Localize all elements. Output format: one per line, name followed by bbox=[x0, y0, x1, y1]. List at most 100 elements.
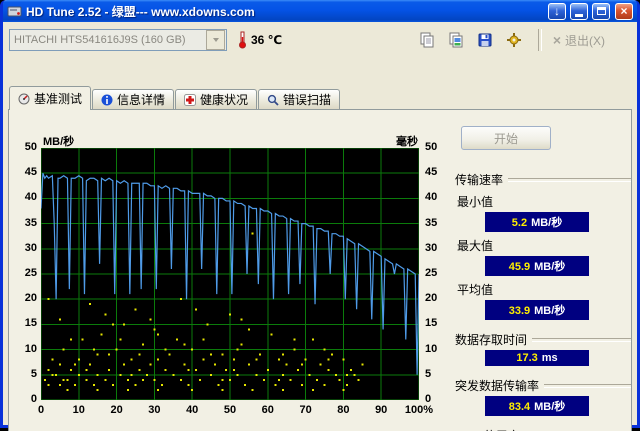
y-axis-left-tick: 20 bbox=[24, 292, 37, 305]
tab-label: 信息详情 bbox=[117, 93, 166, 107]
toolbar: HITACHI HTS541616J9S (160 GB) 36 ℃ × 退出(… bbox=[3, 22, 637, 58]
copy-image-icon bbox=[449, 32, 463, 48]
benchmark-panel: MB/秒 毫秒 50 50 45 45 40 40 35 35 30 30 25 25 20 20 15 15… bbox=[8, 109, 632, 431]
tab-bar: 基准测试 信息详情 健康状况 错误扫描 bbox=[9, 86, 341, 110]
maximize-button[interactable] bbox=[592, 2, 610, 20]
y-axis-left-tick: 40 bbox=[24, 191, 37, 204]
magnifier-icon bbox=[267, 94, 279, 106]
x-axis-tick: 20 bbox=[110, 404, 123, 416]
exit-x-icon: × bbox=[552, 32, 561, 48]
y-axis-right-tick: 5 bbox=[425, 367, 432, 380]
y-axis-right-tick: 45 bbox=[425, 166, 438, 179]
y-axis-left-tick: 25 bbox=[24, 267, 37, 279]
copy-text-button[interactable] bbox=[414, 27, 440, 53]
save-icon bbox=[478, 33, 492, 47]
gear-icon bbox=[506, 33, 521, 47]
tab-error-scan[interactable]: 错误扫描 bbox=[258, 89, 341, 109]
access-time-value-box: 17.3 ms bbox=[485, 350, 589, 366]
x-axis-tick: 40 bbox=[186, 404, 199, 416]
drive-select-dropdown-button[interactable] bbox=[206, 30, 225, 50]
group-rule bbox=[544, 383, 631, 388]
client-area: HITACHI HTS541616J9S (160 GB) 36 ℃ × 退出(… bbox=[3, 22, 637, 431]
app-icon bbox=[7, 4, 22, 19]
x-axis-tick: 70 bbox=[299, 404, 312, 416]
burst-rate-value: 83.4 bbox=[508, 401, 531, 413]
x-axis-tick: 30 bbox=[148, 404, 161, 416]
window-title: HD Tune 2.52 - 绿盟--- www.xdowns.com bbox=[26, 4, 255, 19]
chevron-down-icon bbox=[212, 38, 219, 42]
temperature-value: 36 ℃ bbox=[251, 33, 283, 47]
avg-unit: MB/秒 bbox=[534, 305, 566, 317]
transfer-rate-group-header: 传输速率 bbox=[455, 171, 631, 188]
hd-tune-window: HD Tune 2.52 - 绿盟--- www.xdowns.com ↓ × … bbox=[0, 0, 640, 431]
y-axis-left-tick: 10 bbox=[24, 342, 37, 355]
y-axis-right-tick: 40 bbox=[425, 191, 438, 204]
maximize-icon bbox=[596, 7, 606, 15]
y-axis-right-tick: 50 bbox=[425, 141, 438, 153]
minimize-button[interactable] bbox=[570, 2, 588, 20]
benchmark-chart: MB/秒 毫秒 50 50 45 45 40 40 35 35 30 30 25 25 20 20 15 15… bbox=[11, 132, 459, 431]
access-time-value: 17.3 bbox=[516, 352, 538, 364]
max-label: 最大值 bbox=[457, 239, 494, 253]
tab-info[interactable]: 信息详情 bbox=[92, 89, 175, 109]
avg-label: 平均值 bbox=[457, 283, 494, 297]
min-label: 最小值 bbox=[457, 195, 494, 209]
x-axis-tick: 50 bbox=[223, 404, 237, 416]
y-axis-right-tick: 20 bbox=[425, 292, 438, 305]
toolbar-separator bbox=[537, 29, 542, 51]
y-axis-left-label: MB/秒 bbox=[43, 136, 75, 148]
y-axis-left-tick: 15 bbox=[24, 317, 37, 330]
cpu-usage-group-header: CPU 使用率 bbox=[455, 427, 631, 431]
results-panel: 传输速率 最小值 5.2 MB/秒 最大值 45.9 MB/秒 平均值 33.9 MB… bbox=[455, 160, 631, 431]
save-button[interactable] bbox=[472, 27, 498, 53]
benchmark-plot bbox=[41, 148, 419, 400]
toolbar-buttons bbox=[414, 27, 527, 53]
max-value: 45.9 bbox=[508, 261, 531, 273]
burst-rate-unit: MB/秒 bbox=[534, 401, 566, 413]
x-axis-tick: 10 bbox=[72, 404, 85, 416]
temperature-indicator: 36 ℃ bbox=[237, 31, 282, 49]
tab-label: 基准测试 bbox=[34, 92, 83, 106]
minimize-icon bbox=[575, 14, 583, 17]
cpu-usage-label: CPU 使用率 bbox=[455, 427, 520, 431]
y-axis-left-tick: 5 bbox=[30, 367, 37, 380]
copy-image-button[interactable] bbox=[443, 27, 469, 53]
exit-button[interactable]: × 退出(X) bbox=[553, 32, 605, 49]
y-axis-right-tick: 10 bbox=[425, 342, 438, 355]
burst-rate-value-box: 83.4 MB/秒 bbox=[485, 396, 589, 416]
y-axis-right-tick: 35 bbox=[425, 216, 438, 229]
x-axis-tick: 90 bbox=[375, 404, 388, 416]
access-time-unit: ms bbox=[541, 352, 558, 364]
avg-value: 33.9 bbox=[508, 305, 531, 317]
group-rule bbox=[508, 177, 631, 182]
drive-select-value: HITACHI HTS541616J9S (160 GB) bbox=[14, 34, 186, 46]
drive-select[interactable]: HITACHI HTS541616J9S (160 GB) bbox=[9, 29, 227, 51]
titlebar[interactable]: HD Tune 2.52 - 绿盟--- www.xdowns.com ↓ × bbox=[3, 0, 637, 22]
exit-label: 退出(X) bbox=[565, 33, 605, 48]
access-time-label: 数据存取时间 bbox=[455, 333, 528, 347]
y-axis-right-tick: 25 bbox=[425, 267, 438, 279]
y-axis-right-tick: 15 bbox=[425, 317, 438, 330]
tab-benchmark[interactable]: 基准测试 bbox=[9, 86, 92, 110]
y-axis-right-label: 毫秒 bbox=[396, 136, 418, 148]
x-axis-tick: 0 bbox=[37, 404, 45, 416]
y-axis-left-tick: 50 bbox=[24, 141, 37, 153]
start-button[interactable]: 开始 bbox=[461, 126, 551, 150]
avg-value-box: 33.9 MB/秒 bbox=[485, 300, 589, 320]
benchmark-icon bbox=[18, 93, 30, 104]
close-button[interactable]: × bbox=[615, 2, 633, 20]
copy-icon bbox=[420, 32, 434, 48]
download-button[interactable]: ↓ bbox=[548, 2, 566, 20]
options-button[interactable] bbox=[501, 27, 527, 53]
min-value: 5.2 bbox=[511, 217, 528, 229]
y-axis-left-tick: 30 bbox=[24, 241, 37, 254]
y-axis-left-tick: 45 bbox=[24, 166, 37, 179]
burst-rate-group-header: 突发数据传输率 bbox=[455, 377, 631, 394]
tab-label: 健康状况 bbox=[200, 93, 249, 107]
thermometer-icon bbox=[237, 31, 247, 49]
health-cross-icon bbox=[184, 93, 197, 106]
burst-rate-label: 突发数据传输率 bbox=[455, 379, 540, 393]
y-axis-left-tick: 35 bbox=[24, 216, 37, 229]
group-rule bbox=[532, 337, 631, 342]
tab-health[interactable]: 健康状况 bbox=[175, 89, 258, 109]
